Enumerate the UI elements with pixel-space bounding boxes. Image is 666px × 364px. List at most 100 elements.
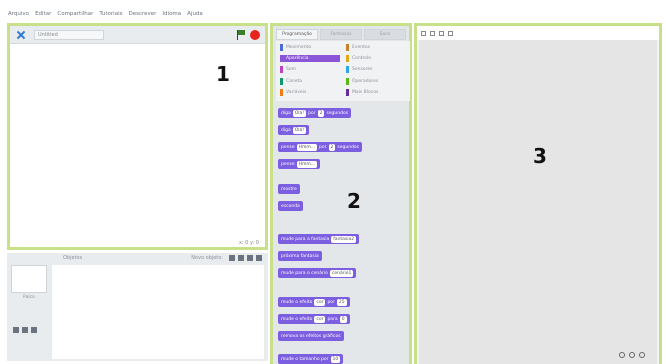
project-title-input[interactable]: Untitled — [34, 29, 104, 40]
palette-block[interactable]: mude para o cenário cenário1 — [278, 268, 357, 278]
stage-thumbnail-label: Palco — [23, 295, 35, 300]
stage-header: Untitled — [10, 26, 265, 44]
category-item[interactable]: Operadores — [346, 77, 406, 85]
palette-tabs: Programação Fantasias Sons — [276, 29, 406, 40]
category-item[interactable]: Som — [280, 66, 340, 74]
scripts-area[interactable]: 3 — [419, 40, 657, 364]
category-item[interactable]: Mais Blocos — [346, 88, 406, 96]
block-text: mude para a fantasia — [281, 236, 330, 242]
menu-item[interactable]: Ajuda — [187, 11, 203, 17]
block-text: mude o efeito — [281, 299, 313, 305]
block-input[interactable]: Hmm... — [296, 143, 318, 151]
block-input[interactable]: 10 — [330, 355, 341, 363]
category-item[interactable]: Caneta — [280, 77, 340, 85]
palette-tab[interactable]: Programação — [276, 29, 318, 40]
menu-item[interactable]: Descrever — [128, 11, 156, 17]
delete-tool-icon[interactable] — [430, 30, 435, 36]
region-number-3: 3 — [533, 144, 547, 168]
palette-block[interactable]: mude para a fantasia fantasia2 — [278, 234, 360, 244]
block-text: pense — [281, 161, 295, 167]
zoom-out-icon[interactable] — [619, 352, 625, 358]
category-item[interactable]: Controle — [346, 55, 406, 63]
palette-block[interactable]: mude o efeito cor para 0 — [278, 314, 350, 324]
palette-tab[interactable]: Sons — [364, 29, 406, 40]
block-input[interactable]: cor — [314, 315, 326, 323]
category-list: Movimento Eventos Aparência Controle Som Sens… — [276, 41, 410, 101]
duplicate-tool-icon[interactable] — [421, 30, 426, 36]
menu-item[interactable]: Arquivo — [8, 11, 29, 17]
region-number-1: 1 — [216, 62, 230, 86]
zoom-reset-icon[interactable] — [629, 352, 635, 358]
palette-tab[interactable]: Fantasias — [320, 29, 362, 40]
palette-block[interactable]: mude o efeito cor por 25 — [278, 297, 350, 307]
category-item[interactable]: Aparência — [280, 55, 340, 63]
block-input[interactable]: cor — [314, 298, 326, 306]
block-text: para — [327, 316, 338, 322]
menu-bar: Arquivo Editar Compartilhar Tutoriais Descre… — [8, 8, 658, 20]
stop-icon[interactable] — [250, 30, 260, 40]
new-sprite-label: Novo objeto: — [191, 255, 223, 261]
choose-sprite-icon[interactable] — [229, 255, 235, 261]
block-input[interactable]: Hmm... — [296, 160, 318, 168]
camera-backdrop-icon[interactable] — [31, 327, 37, 333]
camera-sprite-icon[interactable] — [256, 255, 262, 261]
block-text: próxima fantasia — [281, 253, 319, 259]
block-text: mude o tamanho por — [281, 356, 329, 362]
scripts-toolbar — [417, 26, 659, 40]
paint-backdrop-icon[interactable] — [22, 327, 28, 333]
palette-block[interactable]: diga Olá! por 2 segundos — [278, 108, 352, 118]
block-text: diga — [281, 110, 291, 116]
category-item[interactable]: Eventos — [346, 44, 406, 51]
block-input[interactable]: 2 — [328, 143, 336, 151]
block-input[interactable]: fantasia2 — [331, 235, 357, 243]
block-input[interactable]: 25 — [336, 298, 347, 306]
sprite-panel-header: Objetos Novo objeto: — [7, 253, 268, 263]
block-input[interactable]: 0 — [339, 315, 347, 323]
zoom-in-icon[interactable] — [639, 352, 645, 358]
grow-tool-icon[interactable] — [439, 30, 444, 36]
category-item[interactable]: Movimento — [280, 44, 340, 51]
block-text: por — [327, 299, 335, 305]
menu-item[interactable]: Compartilhar — [57, 11, 93, 17]
stage-coordinates: x: 0 y: 0 — [238, 240, 259, 246]
block-text: por — [308, 110, 316, 116]
block-text: mude para o cenário — [281, 270, 328, 276]
palette-block[interactable]: próxima fantasia — [278, 251, 322, 261]
menu-item[interactable]: Tutoriais — [99, 11, 122, 17]
upload-sprite-icon[interactable] — [247, 255, 253, 261]
block-text: segundos — [326, 110, 349, 116]
choose-backdrop-icon[interactable] — [13, 327, 19, 333]
block-input[interactable]: cenário1 — [329, 269, 354, 277]
scratch-logo-icon — [16, 30, 26, 40]
palette-block[interactable]: mude o tamanho por 10 — [278, 354, 344, 364]
menu-item[interactable]: Editar — [35, 11, 51, 17]
green-flag-icon[interactable] — [237, 30, 245, 40]
block-text: mostre — [281, 186, 297, 192]
sprite-panel-title: Objetos — [63, 255, 83, 261]
block-input[interactable]: Olá! — [292, 109, 307, 117]
category-item[interactable]: Sensores — [346, 66, 406, 74]
stage-thumbnail[interactable] — [11, 265, 47, 293]
sprite-panel: Objetos Novo objeto: Palco — [7, 253, 268, 361]
block-palette: Programação Fantasias Sons Movimento Evento… — [270, 23, 412, 364]
category-item[interactable]: Variáveis — [280, 88, 340, 96]
palette-block[interactable]: diga Olá! — [278, 125, 310, 135]
block-input[interactable]: Olá! — [292, 126, 307, 134]
block-input[interactable]: 2 — [317, 109, 325, 117]
menu-item[interactable]: Idioma — [162, 11, 181, 17]
paint-sprite-icon[interactable] — [238, 255, 244, 261]
block-text: mude o efeito — [281, 316, 313, 322]
block-text: pense — [281, 144, 295, 150]
palette-block[interactable]: esconda — [278, 201, 303, 211]
block-text: por — [319, 144, 327, 150]
palette-block[interactable]: mostre — [278, 184, 300, 194]
palette-block[interactable]: pense Hmm... — [278, 159, 321, 169]
block-text: diga — [281, 127, 291, 133]
region-number-2: 2 — [347, 189, 361, 213]
palette-block[interactable]: pense Hmm... por 2 segundos — [278, 142, 363, 152]
stage-thumbnail-column: Palco — [9, 265, 49, 359]
shrink-tool-icon[interactable] — [448, 30, 453, 36]
palette-block[interactable]: remova os efeitos gráficos — [278, 331, 344, 341]
block-text: esconda — [281, 203, 300, 209]
sprite-list[interactable] — [52, 265, 264, 359]
